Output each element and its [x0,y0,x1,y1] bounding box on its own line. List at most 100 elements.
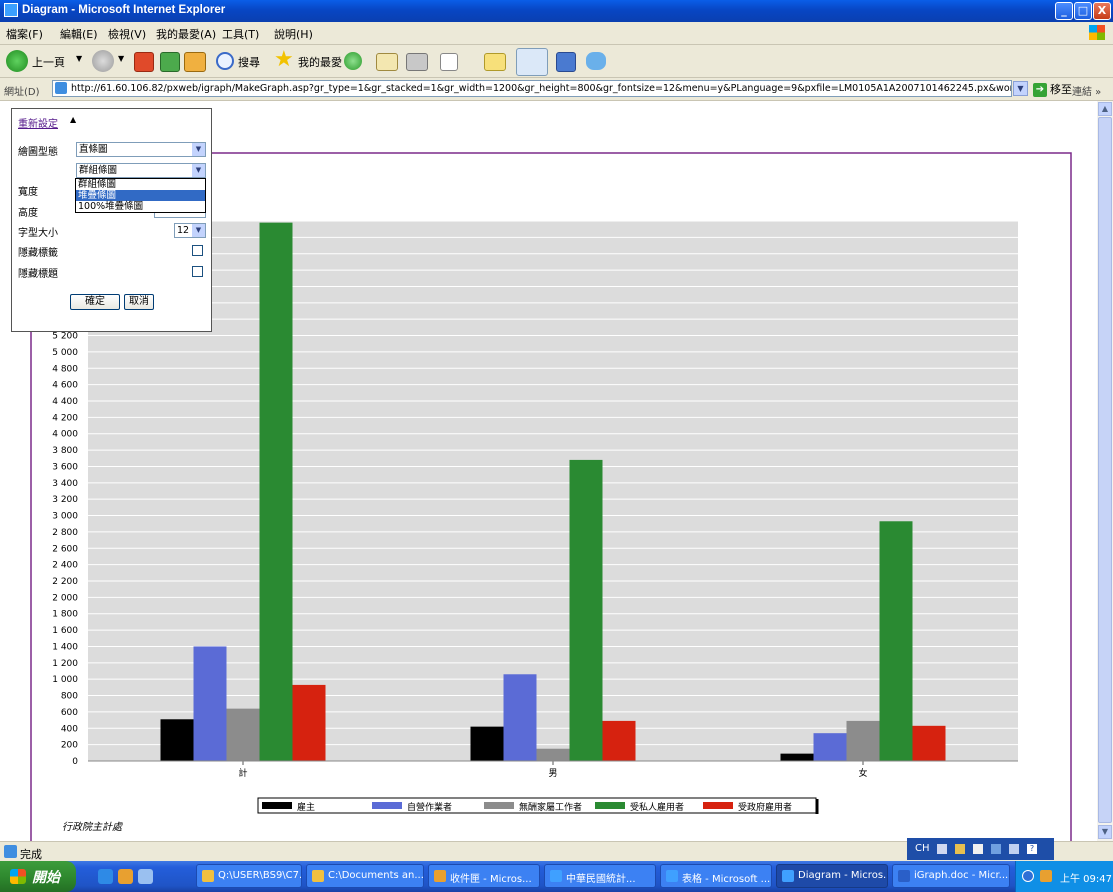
task-label: Diagram - Micros... [798,870,888,881]
status-text: 完成 [20,848,42,861]
task-item-active[interactable]: Diagram - Micros... [776,864,888,888]
toolbar: 上一頁 ▼ ▼ 搜尋 ★ 我的最愛 [0,45,1113,78]
subtype-dropdown-list[interactable]: 群組條圖 堆疊條圖 100%堆疊條圖 [75,178,206,213]
task-item[interactable]: 收件匣 - Micros... [428,864,540,888]
ie-icon [4,3,18,17]
subtype-select[interactable]: 群組條圖 ▼ [76,163,206,178]
pen-icon[interactable] [955,844,965,854]
word-icon [898,870,910,882]
forward-arrow-icon[interactable] [92,50,114,72]
address-input[interactable]: http://61.60.106.82/pxweb/igraph/MakeGra… [52,80,1012,97]
favorites-star-icon[interactable]: ★ [274,47,294,72]
task-item[interactable]: 中華民國統計... [544,864,656,888]
y-tick-label: 5 200 [52,332,78,342]
y-tick-label: 4 600 [52,381,78,391]
fontsize-label: 字型大小 [18,228,58,239]
refresh-icon[interactable] [160,52,180,72]
task-item[interactable]: iGraph.doc - Micr... [892,864,1010,888]
research-icon[interactable] [516,48,548,76]
help-icon[interactable]: ? [1027,844,1037,854]
address-dropdown-icon[interactable]: ▼ [1013,81,1028,96]
hide-title-checkbox[interactable] [192,266,203,277]
menu-help[interactable]: 說明(H) [274,26,313,42]
start-button[interactable]: 開始 [0,861,76,892]
scroll-thumb[interactable] [1098,117,1112,823]
ok-button[interactable]: 確定 [70,294,120,310]
menu-file[interactable]: 檔案(F) [6,26,43,42]
collapse-arrow-icon[interactable]: ▲ [70,115,76,124]
y-tick-label: 200 [61,741,78,751]
page-done-icon [4,845,17,858]
go-button[interactable]: ➔ 移至 [1033,81,1072,97]
subtype-value: 群組條圖 [79,165,118,176]
pad-icon[interactable] [973,844,983,854]
cancel-button[interactable]: 取消 [124,294,154,310]
bar-1 [470,726,504,761]
y-tick-label: 3 000 [52,512,78,522]
chart-type-select[interactable]: 直條圖 ▼ [76,142,206,157]
y-tick-label: 1 200 [52,659,78,669]
search-label[interactable]: 搜尋 [238,54,260,70]
msn-icon[interactable] [586,52,606,70]
desktop-quicklaunch-icon[interactable] [138,869,153,884]
system-tray: 上午 09:47 [1015,861,1113,892]
tray-arrow-icon[interactable] [1022,870,1034,882]
y-tick-label: 2 000 [52,593,78,603]
hide-labels-checkbox[interactable] [192,245,203,256]
options-icon[interactable] [1009,844,1019,854]
chevron-down-icon: ▼ [192,224,205,237]
maximize-button[interactable]: □ [1074,2,1092,20]
task-item[interactable]: Q:\USER\BS9\C7... [196,864,302,888]
y-tick-label: 1 400 [52,642,78,652]
scroll-down-icon[interactable]: ▼ [1098,825,1112,839]
home-icon[interactable] [184,52,206,72]
windows-logo-icon [10,869,26,884]
back-dropdown-icon[interactable]: ▼ [76,54,82,63]
back-arrow-icon[interactable] [6,50,28,72]
task-label: 收件匣 - Micros... [450,874,532,885]
favorites-label[interactable]: 我的最愛 [298,54,342,70]
task-item[interactable]: 表格 - Microsoft ... [660,864,772,888]
menu-edit[interactable]: 編輯(E) [60,26,98,42]
bar-3 [536,748,570,761]
print-icon[interactable] [406,53,428,71]
language-bar[interactable]: CH ? [907,838,1054,860]
clock[interactable]: 上午 09:47 [1060,870,1112,885]
search-icon[interactable] [216,52,234,70]
fontsize-value: 12 [177,225,190,236]
minimize-button[interactable]: _ [1055,2,1073,20]
back-label[interactable]: 上一頁 [32,54,65,70]
menu-favorites[interactable]: 我的最愛(A) [156,26,216,42]
close-button[interactable]: X [1093,2,1111,20]
language-code[interactable]: CH [915,843,930,854]
y-tick-label: 3 400 [52,479,78,489]
fontsize-select[interactable]: 12 ▼ [174,223,206,238]
option-stacked-bar[interactable]: 堆疊條圖 [76,190,205,201]
legend-label: 雇主 [297,801,315,813]
mail-icon[interactable] [376,53,398,71]
scroll-up-icon[interactable]: ▲ [1098,102,1112,116]
ie-quicklaunch-icon[interactable] [98,869,113,884]
task-item[interactable]: C:\Documents an... [306,864,424,888]
stop-icon[interactable] [134,52,154,72]
tools-icon[interactable] [991,844,1001,854]
y-tick-label: 4 000 [52,430,78,440]
option-grouped-bar[interactable]: 群組條圖 [76,179,205,190]
forward-dropdown-icon[interactable]: ▼ [118,54,124,63]
task-label: 表格 - Microsoft ... [682,874,771,885]
reset-link[interactable]: 重新設定 [18,115,58,130]
menu-view[interactable]: 檢視(V) [108,26,146,42]
folder-icon[interactable] [484,53,506,71]
outlook-quicklaunch-icon[interactable] [118,869,133,884]
option-100-stacked-bar[interactable]: 100%堆疊條圖 [76,201,205,212]
keyboard-icon[interactable] [937,844,947,854]
word-edit-icon[interactable] [440,53,458,71]
links-button[interactable]: 連結 » [1072,83,1101,98]
vertical-scrollbar[interactable]: ▲ ▼ [1097,101,1113,841]
page-icon [55,82,67,94]
history-icon[interactable] [344,52,362,70]
menu-tools[interactable]: 工具(T) [222,26,259,42]
tray-app-icon[interactable] [1040,870,1052,882]
y-tick-label: 2 400 [52,561,78,571]
messenger-icon[interactable] [556,52,576,72]
